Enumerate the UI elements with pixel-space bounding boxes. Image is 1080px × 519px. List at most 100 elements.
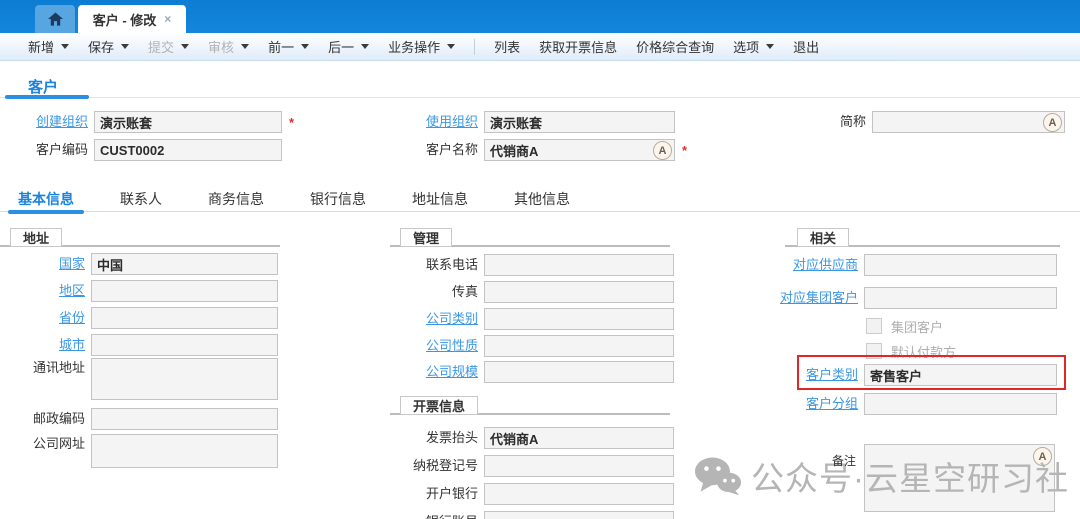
company-category-label[interactable]: 公司类别 bbox=[390, 309, 484, 329]
group-customer-checkbox[interactable] bbox=[866, 318, 882, 334]
use-org-label[interactable]: 使用组织 bbox=[390, 112, 484, 132]
dropdown-arrow-icon[interactable] bbox=[241, 44, 249, 49]
phone-field[interactable] bbox=[484, 254, 674, 276]
customer-category-field[interactable] bbox=[864, 364, 1057, 386]
supplier-field[interactable] bbox=[864, 254, 1057, 276]
region-field[interactable] bbox=[91, 280, 278, 302]
city-field[interactable] bbox=[91, 334, 278, 356]
region-label[interactable]: 地区 bbox=[0, 281, 91, 301]
company-scale-row: 公司规模 bbox=[390, 361, 674, 383]
company-nature-label[interactable]: 公司性质 bbox=[390, 336, 484, 356]
invoice-title-field[interactable] bbox=[484, 427, 674, 449]
tab-basic-info[interactable]: 基本信息 bbox=[14, 189, 78, 209]
company-category-row: 公司类别 bbox=[390, 308, 674, 330]
tab-other-info[interactable]: 其他信息 bbox=[510, 189, 574, 209]
region-row: 地区 bbox=[0, 280, 278, 302]
home-tab[interactable] bbox=[35, 5, 75, 33]
customer-category-label[interactable]: 客户类别 bbox=[770, 365, 864, 385]
toolbar-options-button[interactable]: 选项 bbox=[733, 37, 774, 56]
short-name-row: 简称 A bbox=[778, 111, 1065, 133]
dropdown-arrow-icon[interactable] bbox=[61, 44, 69, 49]
toolbar-price-query-button[interactable]: 价格综合查询 bbox=[636, 37, 714, 56]
toolbar-exit-button[interactable]: 退出 bbox=[793, 37, 819, 56]
window-tab-bar: 客户 - 修改 × bbox=[0, 0, 1080, 33]
dropdown-arrow-icon[interactable] bbox=[447, 44, 455, 49]
multilang-icon[interactable]: A bbox=[1033, 447, 1052, 466]
group-customer-checkbox-row: 集团客户 bbox=[866, 315, 943, 337]
customer-group-row: 客户分组 bbox=[770, 393, 1057, 415]
website-field[interactable] bbox=[91, 434, 278, 468]
dropdown-arrow-icon[interactable] bbox=[121, 44, 129, 49]
country-label[interactable]: 国家 bbox=[0, 254, 91, 274]
comm-address-field[interactable] bbox=[91, 358, 278, 400]
company-scale-label[interactable]: 公司规模 bbox=[390, 362, 484, 382]
company-nature-field[interactable] bbox=[484, 335, 674, 357]
default-payer-checkbox-row: 默认付款方 bbox=[866, 340, 956, 362]
create-org-field[interactable] bbox=[94, 111, 282, 133]
tax-reg-no-field[interactable] bbox=[484, 455, 674, 477]
invoice-title-label: 发票抬头 bbox=[390, 428, 484, 448]
province-field[interactable] bbox=[91, 307, 278, 329]
remark-field[interactable]: A bbox=[864, 444, 1055, 512]
postcode-field[interactable] bbox=[91, 408, 278, 430]
dropdown-arrow-icon[interactable] bbox=[766, 44, 774, 49]
website-label: 公司网址 bbox=[0, 434, 91, 454]
close-tab-icon[interactable]: × bbox=[164, 13, 171, 25]
tab-bank-info[interactable]: 银行信息 bbox=[306, 189, 370, 209]
comm-address-label: 通讯地址 bbox=[0, 358, 91, 378]
group-customer-label[interactable]: 对应集团客户 bbox=[770, 288, 864, 308]
bank-name-label: 开户银行 bbox=[390, 484, 484, 504]
toolbar-next-button[interactable]: 后一 bbox=[328, 37, 369, 56]
dropdown-arrow-icon[interactable] bbox=[181, 44, 189, 49]
dropdown-arrow-icon[interactable] bbox=[361, 44, 369, 49]
related-group-header: 相关 bbox=[797, 228, 849, 247]
customer-group-field[interactable] bbox=[864, 393, 1057, 415]
toolbar-new-button[interactable]: 新增 bbox=[28, 37, 69, 56]
customer-group-label[interactable]: 客户分组 bbox=[770, 394, 864, 414]
province-label[interactable]: 省份 bbox=[0, 308, 91, 328]
tax-reg-no-label: 纳税登记号 bbox=[390, 456, 484, 476]
page-title: 客户 bbox=[28, 76, 58, 97]
postcode-row: 邮政编码 bbox=[0, 408, 278, 430]
use-org-field[interactable] bbox=[484, 111, 675, 133]
toolbar-get-invoice-info-button[interactable]: 获取开票信息 bbox=[539, 37, 617, 56]
supplier-label[interactable]: 对应供应商 bbox=[770, 255, 864, 275]
customer-code-field[interactable] bbox=[94, 139, 282, 161]
toolbar-list-button[interactable]: 列表 bbox=[494, 37, 520, 56]
company-category-field[interactable] bbox=[484, 308, 674, 330]
bank-account-field[interactable] bbox=[484, 511, 674, 519]
group-customer-field[interactable] bbox=[864, 287, 1057, 309]
info-tab-bar: 基本信息 联系人 商务信息 银行信息 地址信息 其他信息 bbox=[0, 186, 1080, 212]
fax-field[interactable] bbox=[484, 281, 674, 303]
customer-category-row: 客户类别 bbox=[770, 364, 1057, 386]
tax-reg-no-row: 纳税登记号 bbox=[390, 455, 674, 477]
bank-name-field[interactable] bbox=[484, 483, 674, 505]
customer-name-field[interactable] bbox=[484, 139, 675, 161]
company-scale-field[interactable] bbox=[484, 361, 674, 383]
bank-account-row: 银行账号 bbox=[390, 511, 674, 519]
tab-contacts[interactable]: 联系人 bbox=[116, 189, 166, 209]
customer-name-row: 客户名称 A * bbox=[390, 139, 687, 161]
toolbar-business-ops-button[interactable]: 业务操作 bbox=[388, 37, 455, 56]
invoice-title-row: 发票抬头 bbox=[390, 427, 674, 449]
bank-account-label: 银行账号 bbox=[390, 512, 484, 519]
comm-address-row: 通讯地址 bbox=[0, 358, 278, 400]
active-document-tab[interactable]: 客户 - 修改 × bbox=[78, 5, 186, 33]
default-payer-checkbox[interactable] bbox=[866, 343, 882, 359]
create-org-label[interactable]: 创建组织 bbox=[0, 112, 94, 132]
toolbar-save-button[interactable]: 保存 bbox=[88, 37, 129, 56]
city-row: 城市 bbox=[0, 334, 278, 356]
toolbar-previous-button[interactable]: 前一 bbox=[268, 37, 309, 56]
multilang-icon[interactable]: A bbox=[653, 141, 672, 160]
short-name-field[interactable] bbox=[872, 111, 1065, 133]
city-label[interactable]: 城市 bbox=[0, 335, 91, 355]
tab-business-info[interactable]: 商务信息 bbox=[204, 189, 268, 209]
multilang-icon[interactable]: A bbox=[1043, 113, 1062, 132]
postcode-label: 邮政编码 bbox=[0, 409, 91, 429]
toolbar-separator bbox=[474, 39, 475, 55]
tab-address-info[interactable]: 地址信息 bbox=[408, 189, 472, 209]
remark-label: 备注 bbox=[822, 452, 856, 469]
dropdown-arrow-icon[interactable] bbox=[301, 44, 309, 49]
country-field[interactable] bbox=[91, 253, 278, 275]
create-org-row: 创建组织 * bbox=[0, 111, 294, 133]
